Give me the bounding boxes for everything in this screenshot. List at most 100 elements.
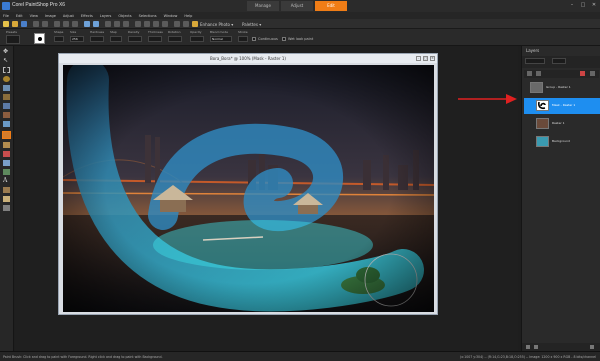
menu-image[interactable]: Image [45,14,56,18]
image-window[interactable]: Bora_Bora* @ 100% (Mask - Raster 1) – □ … [58,53,438,315]
tab-adjust[interactable]: Adjust [281,1,313,11]
stroke-select[interactable] [238,36,248,42]
layer-options-icon[interactable] [590,71,595,76]
layers-toggle-icon[interactable] [135,21,141,27]
materials-icon[interactable] [144,21,150,27]
airbrush-tool-icon[interactable] [3,142,10,148]
menu-view[interactable]: View [30,14,38,18]
script-icon[interactable] [174,21,180,27]
app-title: Corel PaintShop Pro X6 [12,2,66,8]
new-layer-icon[interactable] [526,345,530,349]
background-thumbnail [536,136,549,147]
shape-tool-icon[interactable] [3,187,10,193]
menu-edit[interactable]: Edit [16,14,23,18]
layer-row-raster[interactable]: Raster 1 [524,116,600,132]
run-script-icon[interactable] [183,21,189,27]
history-icon[interactable] [153,21,159,27]
open-folder-icon[interactable] [12,21,18,27]
maximize-button[interactable]: □ [580,2,586,8]
layer-row-mask[interactable]: Mask - Raster 1 [524,98,600,114]
layers-title: Layers [526,48,540,53]
continuous-checkbox[interactable] [252,37,256,41]
menu-help[interactable]: Help [184,14,192,18]
crop-icon[interactable] [114,21,120,27]
rotation-input[interactable] [168,36,182,42]
brush-preview [34,33,45,44]
clone-tool-icon[interactable] [3,112,10,118]
window-controls: – □ ✕ [569,2,597,8]
menu-selections[interactable]: Selections [139,14,157,18]
straighten-tool-icon[interactable] [3,94,10,100]
layers-palette: Layers Group - Raster 1 Mask - Raster 1 … [521,46,600,351]
menu-objects[interactable]: Objects [118,14,131,18]
wet-look-checkbox[interactable] [282,37,286,41]
thickness-input[interactable] [148,36,162,42]
copy-icon[interactable] [63,21,69,27]
step-input[interactable] [110,36,122,42]
paint-brush-tool-icon[interactable] [2,131,11,139]
redo-icon[interactable] [93,21,99,27]
mask-icon[interactable] [580,71,585,76]
layer-opacity-input[interactable] [552,58,566,64]
tab-manage[interactable]: Manage [247,1,279,11]
opacity-input[interactable] [190,36,204,42]
size-input[interactable]: 256 [70,36,84,42]
duplicate-layer-icon[interactable] [534,345,538,349]
new-file-icon[interactable] [3,21,9,27]
menu-layers[interactable]: Layers [100,14,112,18]
shape-select[interactable] [54,36,64,42]
opacity-label: Opacity [190,30,202,34]
blend-mode-dropdown[interactable] [525,58,545,64]
link-icon[interactable] [536,71,541,76]
overview-icon[interactable] [162,21,168,27]
pan-tool-icon[interactable]: ✥ [3,49,10,55]
red-eye-tool-icon[interactable] [3,103,10,109]
enhance-photo-menu[interactable]: Enhance Photo ▾ [200,22,233,27]
tab-edit[interactable]: Edit [315,1,347,11]
menu-file[interactable]: File [3,14,9,18]
text-tool-icon[interactable]: A [3,178,10,184]
warp-brush-icon[interactable] [3,205,10,211]
scratch-remover-icon[interactable] [3,121,10,127]
resize-icon[interactable] [105,21,111,27]
image-minimize-button[interactable]: – [416,56,421,61]
crop-tool-icon[interactable] [3,85,10,91]
save-icon[interactable] [21,21,27,27]
print-icon[interactable] [42,21,48,27]
layer-row-background[interactable]: Background [524,134,600,150]
fill-tool-icon[interactable] [3,169,10,175]
undo-icon[interactable] [84,21,90,27]
pen-tool-icon[interactable] [3,196,10,202]
rotation-label: Rotation [168,30,181,34]
palettes-menu[interactable]: Palettes ▾ [242,22,261,27]
cut-icon[interactable] [54,21,60,27]
image-close-button[interactable]: ✕ [430,56,435,61]
rotate-icon[interactable] [123,21,129,27]
close-button[interactable]: ✕ [591,2,597,8]
annotation-arrow-icon [458,94,517,104]
blend-mode-select[interactable]: Normal [210,36,232,42]
selection-tool-icon[interactable] [3,67,10,73]
eraser-tool-icon[interactable] [3,151,10,157]
paste-icon[interactable] [72,21,78,27]
menu-effects[interactable]: Effects [81,14,93,18]
pick-tool-icon[interactable]: ↖ [3,58,10,64]
dropper-tool-icon[interactable] [3,76,10,82]
image-canvas[interactable] [63,65,434,312]
menu-window[interactable]: Window [164,14,178,18]
layer-name: Background [552,139,570,143]
enhance-photo-icon[interactable] [192,21,198,27]
presets-picker[interactable] [6,35,20,44]
delete-layer-icon[interactable] [590,345,594,349]
dodge-tool-icon[interactable] [3,160,10,166]
hardness-input[interactable] [90,36,104,42]
image-maximize-button[interactable]: □ [423,56,428,61]
layer-row-group[interactable]: Group - Raster 1 [524,80,600,96]
browse-icon[interactable] [33,21,39,27]
lock-icon[interactable] [527,71,532,76]
density-input[interactable] [128,36,142,42]
menu-adjust[interactable]: Adjust [63,14,74,18]
minimize-button[interactable]: – [569,2,575,8]
tools-palette: ✥ ↖ A [0,46,14,351]
workspace-tabs: Manage Adjust Edit [247,1,347,11]
